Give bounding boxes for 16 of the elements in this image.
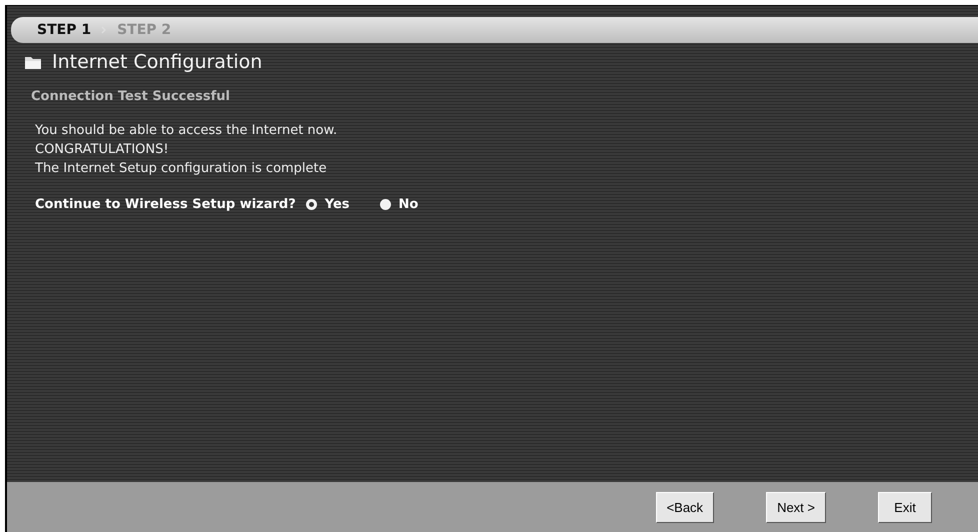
folder-icon (24, 54, 42, 70)
radio-button[interactable] (306, 199, 317, 210)
message-text: CONGRATULATIONS! (35, 141, 170, 159)
wizard-button[interactable]: Next > (766, 492, 826, 522)
option-label[interactable]: No (398, 197, 418, 212)
radio-button[interactable] (380, 199, 391, 210)
section-heading: Connection Test Successful (31, 89, 232, 104)
step-label: STEP 1 (37, 22, 92, 38)
option-label[interactable]: Yes (324, 197, 350, 212)
wizard-button[interactable]: Exit (878, 492, 932, 522)
message-text: The Internet Setup configuration is complete (35, 160, 328, 178)
wizard-button[interactable]: <Back (656, 492, 714, 522)
step-label: STEP 2 (117, 22, 172, 38)
message-text: You should be able to access the Internet now. (35, 122, 338, 140)
page-title: Internet Configuration (52, 51, 262, 73)
question-label: Continue to Wireless Setup wizard? (35, 197, 296, 212)
